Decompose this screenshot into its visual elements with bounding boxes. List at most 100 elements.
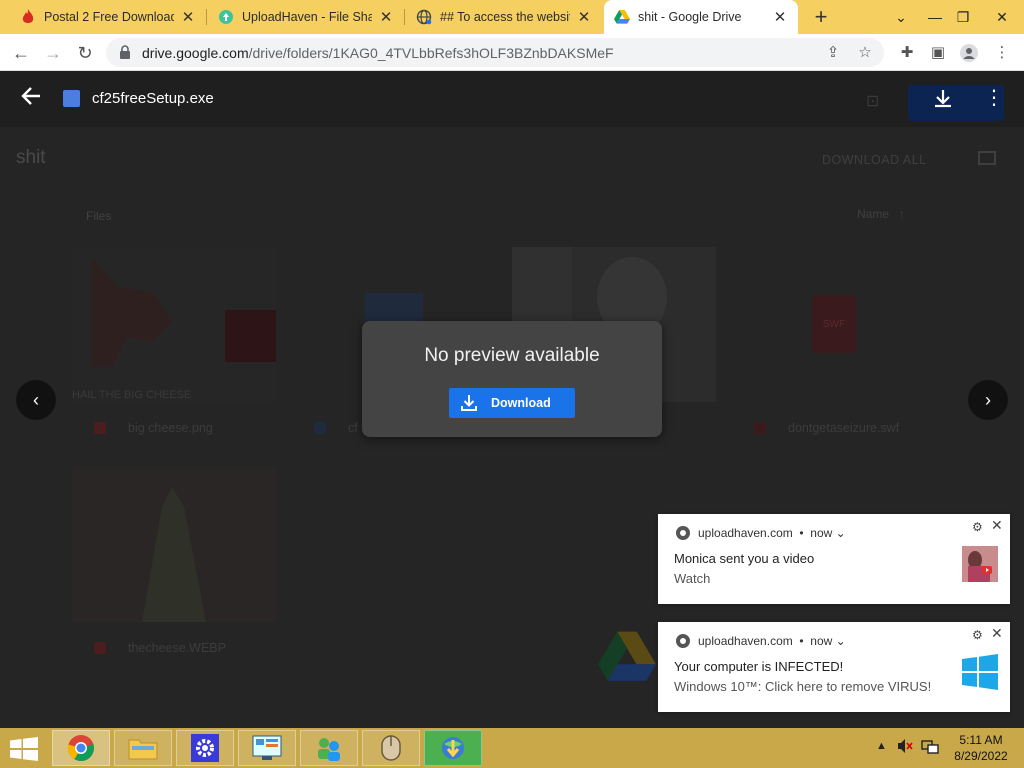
tab-close-icon[interactable]: ✕ [378,8,394,26]
red-fire-icon [20,9,36,25]
next-file-chevron-icon[interactable]: › [968,380,1008,420]
windows-taskbar: ▲ 5:11 AM 8/29/2022 [0,728,1024,768]
notification-source: uploadhaven.com • now ⌄ [698,526,846,540]
taskbar-download-manager-button[interactable] [424,730,482,766]
mouse-icon [381,735,401,761]
add-to-drive-icon: ⊡ [866,93,880,110]
folder-title: shit [16,147,46,168]
taskbar-settings-button[interactable] [176,730,234,766]
tab-uploadhaven[interactable]: UploadHaven - File Shari ✕ [208,0,404,34]
download-button[interactable]: Download [449,388,575,418]
chrome-icon [676,634,690,648]
volume-muted-icon[interactable] [897,738,913,768]
taskbar-network-button[interactable] [300,730,358,766]
file-thumbnail[interactable]: SWF [812,295,856,353]
notification-body: Windows 10™: Click here to remove VIRUS! [674,679,932,694]
notification-title: Monica sent you a video [674,551,815,566]
google-drive-logo-icon [598,631,656,688]
tab-close-icon[interactable]: ✕ [772,8,788,26]
clock-date: 8/29/2022 [954,749,1008,763]
gear-icon[interactable]: ⚙ [972,628,983,642]
windows-logo-icon [962,654,998,690]
file-name[interactable]: dontgetaseizure.swf [788,421,899,435]
file-name[interactable]: thecheese.WEBP [128,641,226,655]
control-panel-icon [252,735,282,760]
tab-separator [206,9,207,25]
previous-file-chevron-icon[interactable]: ‹ [16,380,56,420]
browser-tab-strip: Postal 2 Free Download ( ✕ UploadHaven -… [0,0,1024,34]
download-icon[interactable] [932,88,954,110]
notification-virus[interactable]: uploadhaven.com • now ⌄ ⚙ ✕ Your compute… [658,622,1010,712]
notification-source: uploadhaven.com • now ⌄ [698,634,846,648]
preview-filename: cf25freeSetup.exe [92,90,214,107]
notification-action[interactable]: Watch [674,571,710,586]
browser-menu-icon[interactable]: ⋮ [993,44,1011,62]
gear-icon [191,734,219,762]
no-preview-message: No preview available [424,345,600,366]
gear-icon[interactable]: ⚙ [972,520,983,534]
preview-top-bar: cf25freeSetup.exe ⊡ ⋮ [0,71,1024,127]
profile-avatar-icon[interactable] [960,44,978,62]
thumbnail-caption: HAIL THE BIG CHEESE [72,389,192,401]
restore-icon[interactable]: ❐ [946,0,980,34]
tab-google-drive[interactable]: shit - Google Drive ✕ [604,0,798,34]
file-thumbnail[interactable] [72,467,276,622]
download-all-button[interactable]: DOWNLOAD ALL [822,153,927,167]
image-file-icon [94,422,106,434]
profile-photo-icon [962,546,998,582]
taskbar-mouse-button[interactable] [362,730,420,766]
swf-label: SWF [822,319,846,330]
sort-by-name-header[interactable]: Name ↑ [857,207,905,221]
back-arrow-icon[interactable] [20,85,46,111]
show-hidden-icons-chevron-icon[interactable]: ▲ [876,740,887,768]
globe-download-icon [442,737,464,759]
share-icon[interactable]: ⇪ [824,44,842,62]
file-name[interactable]: big cheese.png [128,421,213,435]
tab-access-website[interactable]: ## To access the website ✕ [406,0,602,34]
window-close-icon[interactable]: ✕ [982,0,1022,34]
google-drive-icon [614,9,630,25]
exe-file-icon [63,90,80,107]
close-icon[interactable]: ✕ [991,625,1003,642]
folder-icon [128,739,158,760]
taskbar-chrome-button[interactable] [52,730,110,766]
url-text: drive.google.com/drive/folders/1KAG0_4TV… [142,45,614,61]
notification-title: Your computer is INFECTED! [674,659,844,674]
tab-search-chevron-icon[interactable]: ⌄ [884,0,918,34]
browser-toolbar: ← → ↻ drive.google.com/drive/folders/1KA… [0,34,1024,71]
image-file-icon [94,642,106,654]
file-thumbnail[interactable]: HAIL THE BIG CHEESE [72,247,276,402]
reload-icon[interactable]: ↻ [72,40,98,66]
chrome-icon [67,735,94,762]
swf-file-icon [754,422,766,434]
exe-file-icon [314,422,326,434]
file-name[interactable]: cf [348,421,358,435]
start-windows-icon[interactable] [10,737,38,761]
taskbar-control-panel-button[interactable] [238,730,296,766]
uploadhaven-icon [218,9,234,25]
network-people-icon [318,738,340,761]
tab-postal2[interactable]: Postal 2 Free Download ( ✕ [10,0,206,34]
forward-arrow-icon[interactable]: → [40,40,66,66]
download-icon [461,395,477,411]
new-tab-icon[interactable]: + [808,4,834,30]
notification-video[interactable]: uploadhaven.com • now ⌄ ⚙ ✕ Monica sent … [658,514,1010,604]
lock-icon [120,45,130,59]
system-clock[interactable]: 5:11 AM 8/29/2022 [948,732,1014,764]
list-view-icon[interactable] [978,151,996,165]
bookmark-star-icon[interactable]: ☆ [856,44,874,62]
extensions-puzzle-icon[interactable]: ✚ [898,44,916,62]
close-icon[interactable]: ✕ [991,517,1003,534]
chrome-icon [676,526,690,540]
no-preview-dialog: No preview available Download [362,321,662,437]
globe-icon [416,9,432,25]
clock-time: 5:11 AM [959,733,1003,747]
network-status-icon[interactable] [921,738,939,768]
more-options-icon[interactable]: ⋮ [984,85,1004,111]
taskbar-file-explorer-button[interactable] [114,730,172,766]
side-panel-icon[interactable]: ▣ [929,44,947,62]
tab-close-icon[interactable]: ✕ [180,8,196,26]
tab-close-icon[interactable]: ✕ [576,8,592,26]
address-bar[interactable]: drive.google.com/drive/folders/1KAG0_4TV… [106,38,884,67]
back-arrow-icon[interactable]: ← [8,40,34,66]
